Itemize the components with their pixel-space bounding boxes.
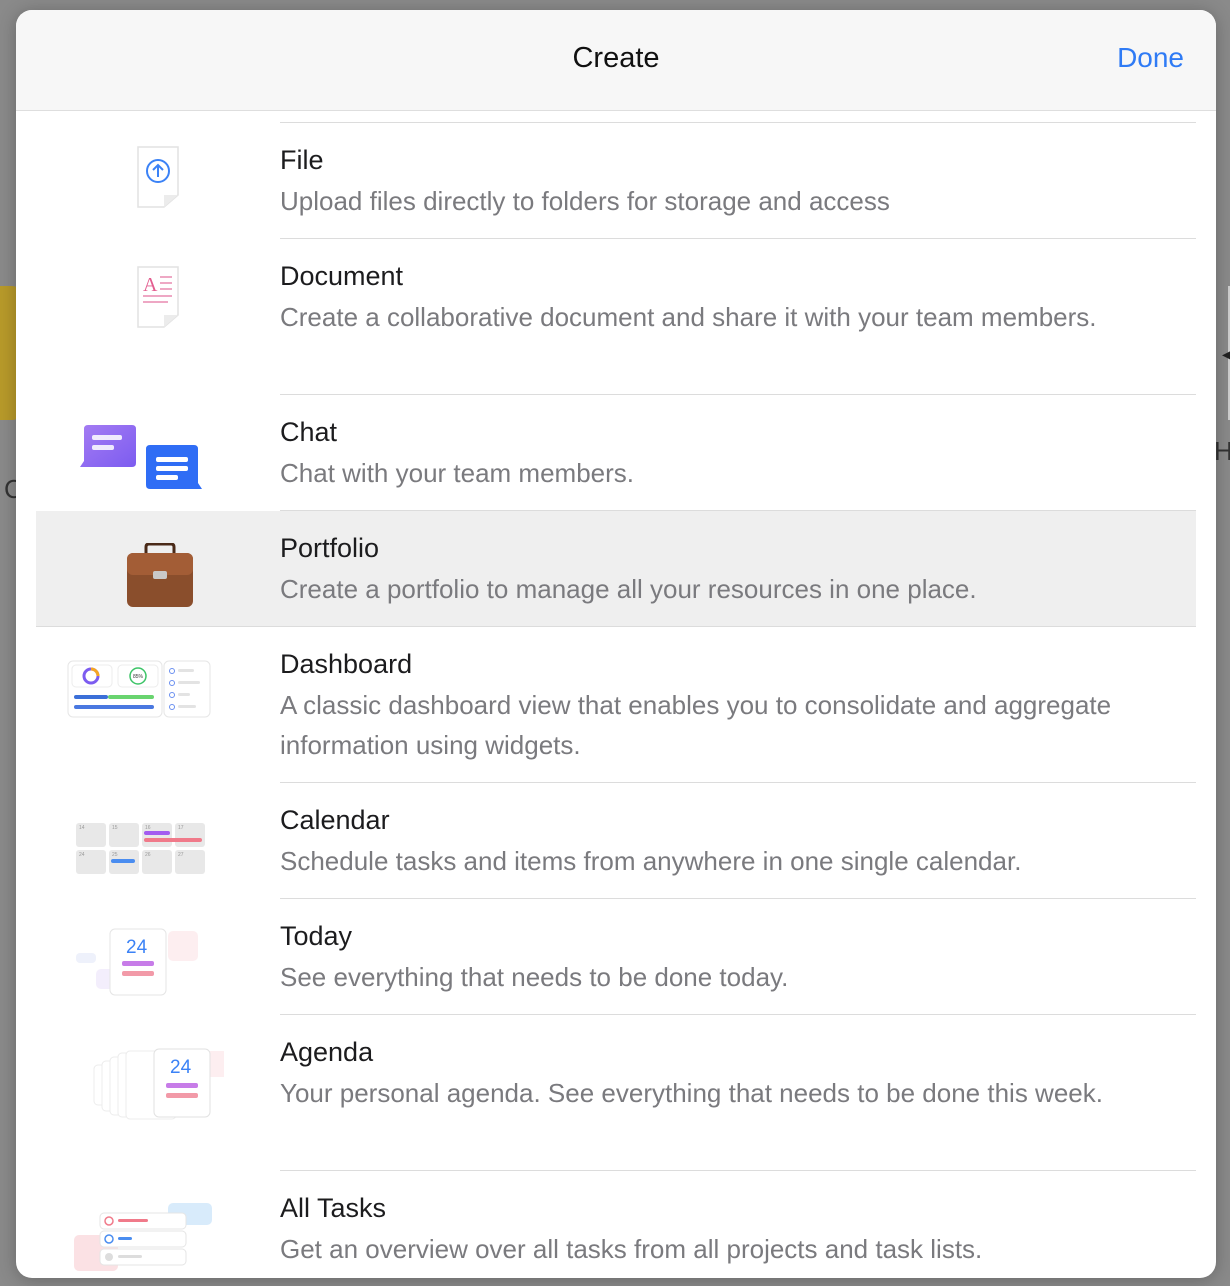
create-option-dashboard[interactable]: 85% Dashboard A classic dashboard view t [36, 627, 1196, 783]
create-options-list[interactable]: File Upload files directly to folders fo… [36, 110, 1196, 1278]
option-title: Chat [280, 417, 338, 447]
create-option-portfolio[interactable]: Portfolio Create a portfolio to manage a… [36, 511, 1196, 627]
option-title: File [280, 145, 324, 175]
day-number: 24 [170, 1057, 192, 1078]
option-description: Your personal agenda. See everything tha… [280, 1078, 1103, 1108]
done-button[interactable]: Done [1117, 42, 1184, 74]
option-description: Create a portfolio to manage all your re… [280, 574, 977, 604]
background-text: H [1214, 436, 1230, 466]
briefcase-icon [94, 542, 224, 609]
option-title: Portfolio [280, 533, 380, 563]
option-description: Schedule tasks and items from anywhere i… [280, 846, 1022, 876]
option-description: See everything that needs to be done tod… [280, 962, 789, 992]
option-title: Today [280, 921, 353, 951]
sheet-title: Create [572, 42, 660, 74]
create-option-document[interactable]: A Document Create a collaborative docume… [36, 239, 1196, 395]
option-title: Document [280, 261, 404, 291]
option-description: Upload files directly to folders for sto… [280, 186, 890, 216]
chat-bubbles-icon [76, 421, 206, 501]
option-description: Get an overview over all tasks from all … [280, 1234, 983, 1264]
option-title: Dashboard [280, 649, 413, 679]
option-description: Create a collaborative document and shar… [280, 302, 1097, 332]
create-option-all-tasks[interactable]: All Tasks Get an overview over all tasks… [36, 1171, 1196, 1278]
calendar-day: 24 [79, 852, 85, 858]
create-option-chat[interactable]: Chat Chat with your team members. [36, 395, 1196, 511]
file-upload-icon [94, 145, 224, 215]
create-option-file[interactable]: File Upload files directly to folders fo… [36, 123, 1196, 239]
calendar-day: 15 [112, 825, 118, 831]
create-option-agenda[interactable]: 24 Agenda Your personal agenda. See ever… [36, 1015, 1196, 1171]
option-description: Chat with your team members. [280, 458, 635, 488]
task-list-icon [70, 1199, 212, 1278]
calendar-grid-icon: 14 15 16 17 24 25 26 27 [74, 819, 205, 879]
calendar-day: 17 [178, 825, 184, 831]
dashboard-percent: 85% [133, 674, 144, 680]
option-title: All Tasks [280, 1193, 387, 1223]
calendar-day: 25 [112, 852, 118, 858]
calendar-day: 26 [145, 852, 151, 858]
option-title: Agenda [280, 1037, 374, 1067]
today-card-icon: 24 [74, 923, 204, 1003]
day-number: 24 [126, 937, 148, 958]
background-arrow-icon: ◀ [1222, 346, 1230, 362]
option-title: Calendar [280, 805, 390, 835]
calendar-day: 16 [145, 825, 151, 831]
calendar-day: 14 [79, 825, 85, 831]
create-sheet: Create Done File Upload files directly t… [16, 10, 1216, 1278]
document-glyph: A [143, 274, 158, 296]
agenda-cards-icon: 24 [74, 1041, 228, 1131]
option-description: A classic dashboard view that enables yo… [280, 690, 1112, 760]
calendar-day: 27 [178, 852, 184, 858]
document-icon: A [94, 265, 224, 335]
create-option-today[interactable]: 24 Today See everything that needs to be… [36, 899, 1196, 1015]
dashboard-widgets-icon: 85% [66, 657, 211, 737]
create-option-calendar[interactable]: 14 15 16 17 24 25 26 27 Calendar Schedul… [36, 783, 1196, 899]
sheet-header: Create Done [16, 10, 1216, 111]
